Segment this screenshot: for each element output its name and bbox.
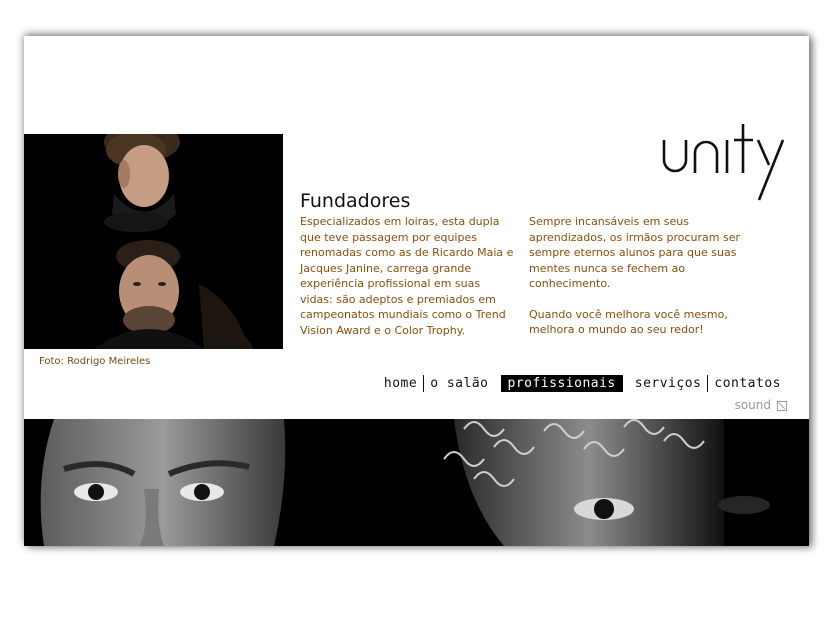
site-frame: Foto: Rodrigo Meireles Fundadores Especi… — [24, 36, 809, 546]
nav-home[interactable]: home — [378, 375, 423, 392]
page-title: Fundadores — [300, 190, 411, 212]
founders-photo — [24, 134, 283, 349]
bio-column-right: Sempre incansáveis em seus aprendizados,… — [529, 214, 743, 353]
nav-servicos[interactable]: serviços — [629, 375, 708, 392]
sound-toggle[interactable]: sound — [735, 398, 787, 412]
bio-column-left: Especializados em loiras, esta dupla que… — [300, 214, 514, 353]
bio-paragraph: Quando você melhora você mesmo, melhora … — [529, 307, 728, 337]
sound-toggle-icon[interactable] — [777, 400, 787, 411]
nav-profissionais[interactable]: profissionais — [500, 375, 623, 392]
bio-paragraph: Especializados em loiras, esta dupla que… — [300, 215, 514, 337]
bio-paragraph: Sempre incansáveis em seus aprendizados,… — [529, 215, 740, 290]
main-nav: home o salão profissionais serviços cont… — [378, 375, 787, 392]
banner-eyes-photo — [24, 419, 809, 546]
nav-o-salao[interactable]: o salão — [424, 375, 494, 392]
photo-credit: Foto: Rodrigo Meireles — [39, 356, 151, 367]
sound-label: sound — [734, 398, 771, 412]
unity-logo — [662, 124, 785, 201]
nav-contatos[interactable]: contatos — [708, 375, 787, 392]
